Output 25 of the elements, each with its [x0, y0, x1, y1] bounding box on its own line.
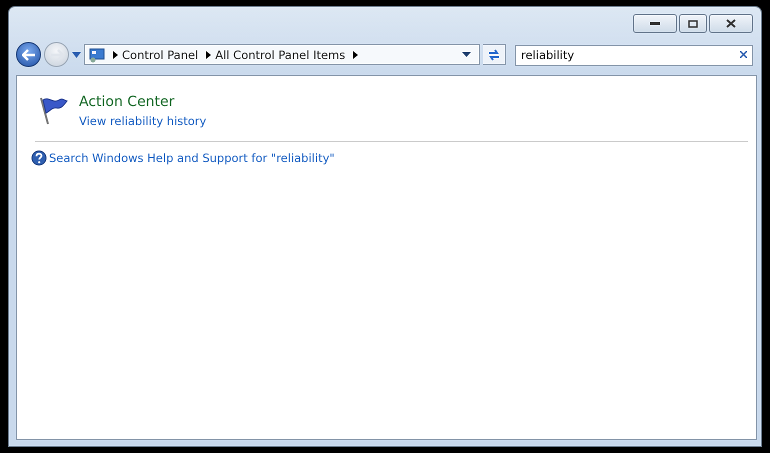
refresh-icon — [487, 48, 501, 60]
search-field[interactable]: reliability — [515, 44, 753, 66]
dropdown-arrow-icon[interactable] — [462, 52, 471, 57]
address-bar[interactable]: Control Panel All Control Panel Items — [84, 44, 480, 65]
refresh-button[interactable] — [483, 44, 506, 65]
chevron-icon[interactable] — [353, 50, 358, 58]
maximize-button[interactable] — [679, 14, 707, 33]
help-icon — [31, 150, 47, 166]
minimize-icon — [650, 22, 660, 26]
control-panel-icon — [89, 46, 105, 62]
maximize-icon — [688, 20, 698, 28]
result-link[interactable]: View reliability history — [79, 114, 206, 128]
dropdown-arrow-icon[interactable] — [72, 52, 81, 58]
close-icon — [726, 19, 736, 28]
result-title[interactable]: Action Center — [79, 94, 206, 110]
help-link[interactable]: Search Windows Help and Support for "reliability" — [49, 151, 335, 165]
clear-icon[interactable] — [740, 51, 747, 58]
breadcrumb[interactable]: All Control Panel Items — [211, 48, 350, 62]
chevron-icon[interactable] — [206, 50, 212, 58]
back-button[interactable] — [16, 42, 41, 67]
breadcrumb[interactable]: Control Panel — [118, 48, 202, 62]
back-arrow-icon — [22, 48, 36, 60]
close-button[interactable] — [709, 14, 753, 33]
chevron-icon[interactable] — [113, 50, 118, 58]
minimize-button[interactable] — [633, 14, 677, 33]
